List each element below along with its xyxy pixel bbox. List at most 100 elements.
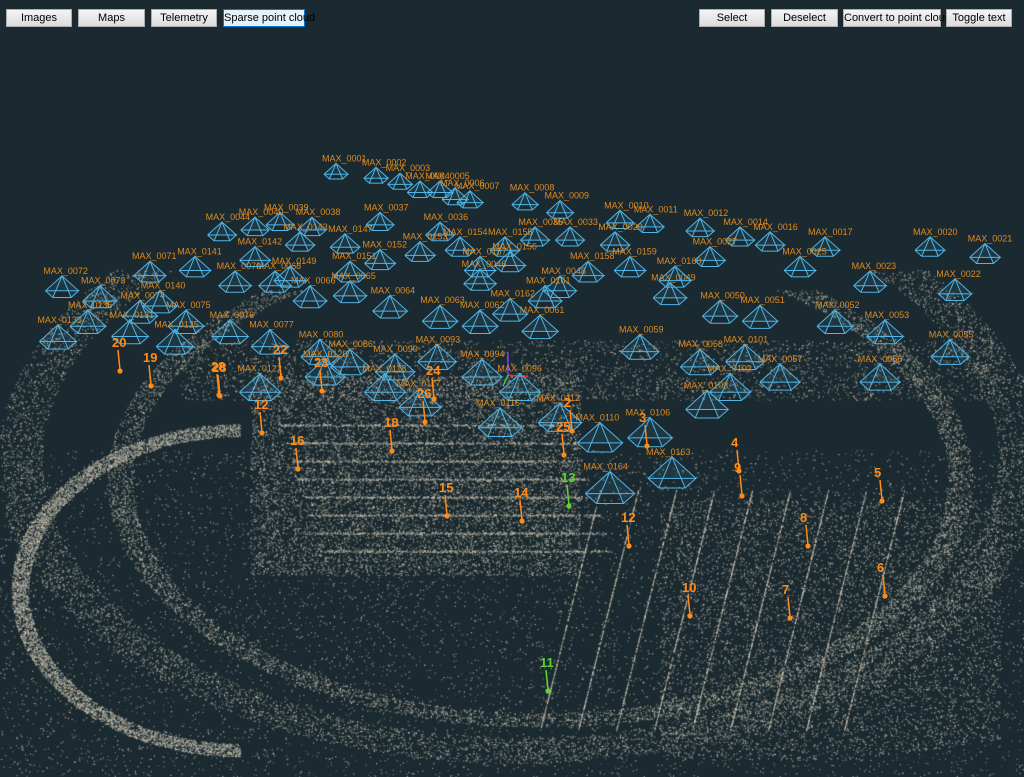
gcp-stem — [561, 433, 565, 455]
gcp-label: 10 — [682, 580, 696, 595]
camera-frustum[interactable]: MAX_0022 — [936, 269, 981, 302]
gcp-label: 23 — [314, 355, 328, 370]
camera-frustum-shape — [461, 357, 504, 386]
gcp-marker[interactable]: 11 — [540, 655, 554, 694]
gcp-label: 9 — [734, 460, 741, 475]
camera-frustum[interactable]: MAX_0020 — [913, 227, 958, 257]
camera-label: MAX_0070 — [217, 261, 262, 271]
camera-label: MAX_0140 — [141, 281, 186, 291]
camera-frustum-shape — [499, 372, 542, 401]
gcp-dot — [566, 503, 572, 509]
camera-frustum-shape — [759, 362, 802, 391]
gcp-marker[interactable]: 5 — [874, 465, 885, 504]
gcp-dot — [545, 688, 551, 694]
deselect-button[interactable]: Deselect — [771, 9, 838, 27]
sparse-point-cloud-button[interactable]: Sparse point cloud — [223, 9, 315, 27]
camera-frustum-shape — [613, 255, 648, 278]
gcp-marker[interactable]: 19 — [143, 350, 157, 389]
camera-label: MAX_0053 — [865, 310, 910, 320]
3d-viewport[interactable]: MAX_0001 MAX_0002 MAX_0003 MAX_0004 MAX_0005… — [0, 30, 1024, 777]
gcp-marker[interactable]: 12 — [621, 510, 635, 549]
gcp-marker[interactable]: 22 — [273, 342, 287, 381]
gcp-marker[interactable]: 7 — [782, 582, 793, 621]
camera-frustum[interactable]: MAX_0133 — [37, 315, 82, 350]
gcp-stem — [882, 574, 886, 596]
camera-frustum[interactable]: MAX_0001 — [322, 153, 367, 180]
camera-frustum[interactable]: MAX_0012 — [684, 208, 729, 238]
camera-frustum[interactable]: MAX_0125 — [154, 320, 199, 355]
camera-frustum[interactable]: MAX_0122 — [237, 364, 282, 401]
gcp-marker[interactable]: 9 — [734, 460, 745, 499]
camera-frustum-shape — [39, 323, 78, 350]
camera-frustum[interactable]: MAX_0090 — [373, 344, 418, 381]
convert-to-point-cloud-button[interactable]: Convert to point cloud — [843, 9, 951, 27]
camera-frustum[interactable]: MAX_0059 — [619, 325, 664, 360]
camera-frustum[interactable]: MAX_0056 — [858, 354, 903, 391]
camera-frustum[interactable]: MAX_0071 — [132, 251, 177, 283]
camera-label: MAX_0152 — [362, 239, 407, 249]
camera-frustums: MAX_0001MAX_0002MAX_0003MAX_0004MAX_0005… — [37, 153, 1013, 504]
telemetry-button[interactable]: Telemetry — [151, 9, 217, 27]
gcp-marker[interactable]: 15 — [439, 480, 453, 519]
camera-frustum-shape — [702, 299, 739, 324]
gcp-stem — [566, 484, 570, 506]
camera-frustum[interactable]: MAX_0159 — [612, 246, 657, 278]
camera-frustum-shape — [372, 294, 409, 319]
camera-frustum[interactable]: MAX_0164 — [583, 461, 636, 504]
camera-frustum[interactable]: MAX_0052 — [815, 300, 860, 334]
camera-frustum[interactable]: MAX_0051 — [740, 295, 785, 329]
camera-frustum-shape — [937, 277, 974, 302]
gcp-label: 12 — [621, 510, 635, 525]
camera-frustum[interactable]: MAX_0106 — [626, 408, 674, 448]
gcp-marker[interactable]: 6 — [877, 560, 888, 599]
camera-frustum[interactable]: MAX_0110 — [575, 413, 624, 453]
camera-frustum[interactable]: MAX_0115 — [476, 398, 524, 437]
gcp-marker[interactable]: 13 — [561, 470, 575, 509]
camera-label: MAX_0163 — [646, 447, 691, 457]
camera-frustum[interactable]: MAX_0153 — [403, 232, 448, 262]
camera-frustum-shape — [853, 269, 888, 293]
camera-frustum[interactable]: MAX_0103 — [684, 380, 730, 419]
camera-label: MAX_0073 — [81, 276, 126, 286]
camera-frustum[interactable]: MAX_0050 — [700, 290, 745, 324]
gcp-marker[interactable]: 16 — [290, 433, 304, 472]
camera-frustum[interactable]: MAX_0009 — [544, 191, 589, 219]
camera-frustum-shape — [511, 191, 540, 211]
gcp-marker[interactable]: 8 — [800, 510, 811, 549]
gcp-marker[interactable]: 18 — [384, 415, 398, 454]
gcp-marker[interactable]: 10 — [682, 580, 696, 619]
camera-frustum[interactable]: MAX_0141 — [177, 246, 222, 278]
gcp-label: 2 — [564, 395, 571, 410]
camera-label: MAX_0062 — [460, 300, 505, 310]
scene-overlay: MAX_0001MAX_0002MAX_0003MAX_0004MAX_0005… — [37, 153, 1013, 694]
toggle-text-button[interactable]: Toggle text — [946, 9, 1012, 27]
select-button[interactable]: Select — [699, 9, 765, 27]
camera-frustum[interactable]: MAX_0143 — [283, 222, 328, 252]
camera-frustum[interactable]: MAX_0061 — [520, 305, 565, 340]
camera-frustum[interactable]: MAX_0070 — [217, 261, 262, 293]
camera-frustum[interactable]: MAX_0057 — [758, 354, 803, 391]
gcp-marker[interactable]: 25 — [556, 419, 570, 458]
gcp-stem — [148, 364, 152, 386]
gcp-label: 3 — [639, 410, 646, 425]
camera-frustum[interactable]: MAX_0023 — [852, 261, 897, 293]
maps-button[interactable]: Maps — [78, 9, 145, 27]
gcp-stem — [739, 474, 743, 496]
camera-frustum[interactable]: MAX_0055 — [929, 329, 974, 365]
gcp-marker[interactable]: 28 — [212, 360, 226, 399]
gcp-label: 15 — [439, 480, 453, 495]
gcp-label: 5 — [874, 465, 881, 480]
camera-frustum[interactable]: MAX_0053 — [865, 310, 910, 345]
camera-label: MAX_0057 — [758, 354, 803, 364]
camera-frustum[interactable]: MAX_0076 — [210, 310, 255, 345]
camera-frustum[interactable]: MAX_0021 — [968, 234, 1013, 264]
camera-frustum[interactable]: MAX_0025 — [782, 246, 827, 278]
camera-label: MAX_0052 — [815, 300, 860, 310]
camera-frustum[interactable]: MAX_0064 — [371, 285, 416, 319]
gcp-marker[interactable]: 20 — [112, 335, 126, 374]
images-button[interactable]: Images — [6, 9, 72, 27]
gcp-marker[interactable]: 12 — [254, 397, 268, 436]
camera-frustum[interactable]: MAX_0063 — [420, 295, 465, 329]
camera-frustum[interactable]: MAX_0163 — [646, 447, 698, 489]
gcp-marker[interactable]: 14 — [514, 485, 529, 524]
